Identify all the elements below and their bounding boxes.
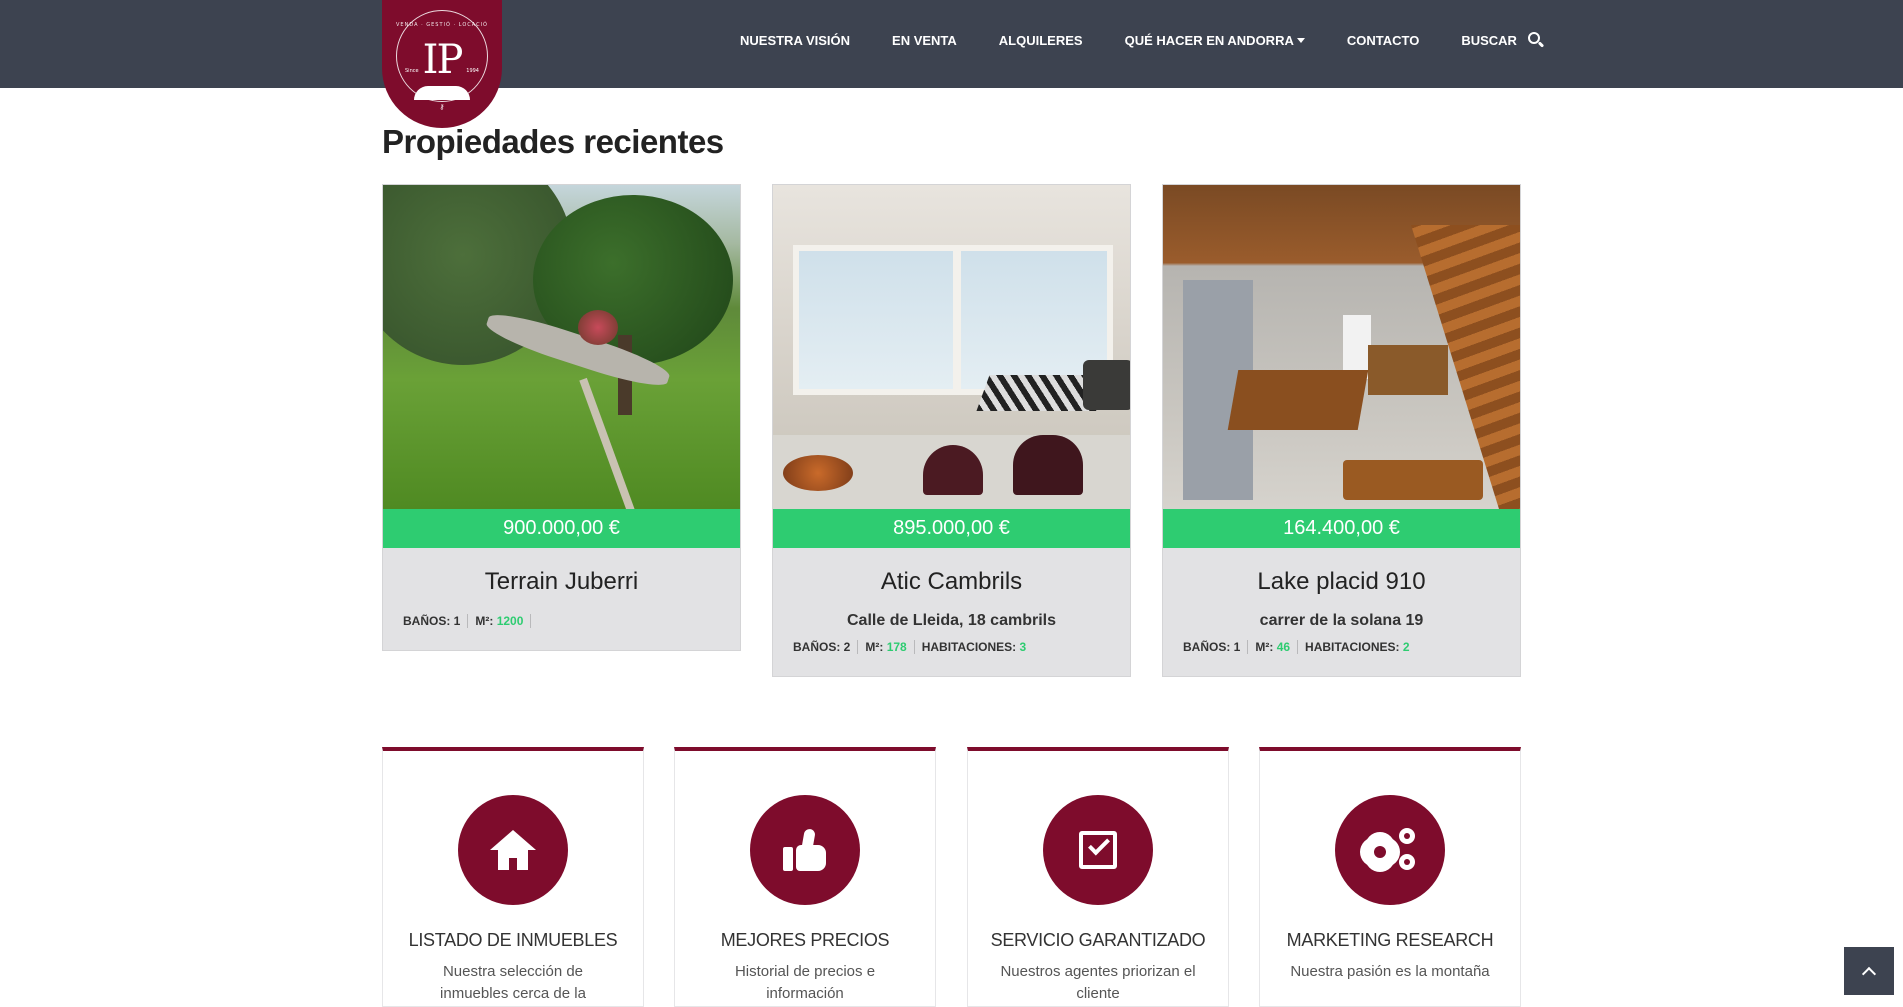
property-card-body: Atic Cambrils Calle de Lleida, 18 cambri… (773, 548, 1130, 676)
property-specs: BAÑOS: 1 M²: 1200 (403, 614, 720, 628)
spec-banos: BAÑOS: 2 (793, 640, 859, 654)
nav-item-buscar-label: BUSCAR (1461, 32, 1517, 48)
spec-habitaciones: HABITACIONES: 2 (1305, 640, 1410, 654)
gears-icon (1364, 828, 1416, 872)
check-square-icon (1079, 831, 1117, 869)
logo-since: Since 1994 (405, 68, 479, 74)
logo-since-year: 1994 (466, 68, 479, 74)
logo-monogram: IP (422, 37, 464, 83)
feature-icon-circle (750, 795, 860, 905)
back-to-top-button[interactable] (1844, 947, 1894, 995)
feature-title: MARKETING RESEARCH (1286, 930, 1494, 950)
brand-logo[interactable]: VENDA · GESTIÓ · LOCACIÓ IP Since 1994 ⚷ (382, 0, 502, 128)
property-specs: BAÑOS: 1 M²: 46 HABITACIONES: 2 (1183, 640, 1500, 654)
key-icon: ⚷ (439, 103, 445, 111)
feature-title: LISTADO DE INMUEBLES (408, 930, 618, 950)
property-title[interactable]: Terrain Juberri (403, 568, 720, 596)
logo-since-label: Since (405, 68, 419, 74)
property-card-body: Terrain Juberri BAÑOS: 1 M²: 1200 (383, 548, 740, 650)
search-icon (1527, 31, 1545, 49)
property-address: carrer de la solana 19 (1259, 612, 1424, 629)
spec-banos: BAÑOS: 1 (1183, 640, 1249, 654)
main-nav: NUESTRA VISIÓN EN VENTA ALQUILERES QUÉ H… (740, 0, 1587, 80)
spec-m2: M²: 1200 (468, 614, 532, 628)
property-title[interactable]: Lake placid 910 (1183, 568, 1500, 596)
chevron-up-icon (1861, 966, 1877, 982)
nav-item-que-hacer[interactable]: QUÉ HACER EN ANDORRA (1125, 33, 1305, 48)
property-card[interactable]: 900.000,00 € Terrain Juberri BAÑOS: 1 M²… (382, 184, 741, 651)
property-price: 895.000,00 € (773, 509, 1130, 548)
property-address: Calle de Lleida, 18 cambrils (847, 612, 1056, 629)
nav-item-en-venta[interactable]: EN VENTA (892, 33, 957, 48)
feature-text: Historial de precios e información (734, 963, 876, 1002)
property-price: 900.000,00 € (383, 509, 740, 548)
feature-icon-circle (458, 795, 568, 905)
house-icon (490, 830, 536, 870)
spec-banos: BAÑOS: 1 (403, 614, 469, 628)
feature-card-servicio: SERVICIO GARANTIZADO Nuestros agentes pr… (967, 747, 1229, 1007)
property-photo[interactable] (1163, 185, 1520, 509)
nav-item-contacto[interactable]: CONTACTO (1347, 33, 1419, 48)
feature-card-listado: LISTADO DE INMUEBLES Nuestra selección d… (382, 747, 644, 1007)
spec-m2: M²: 46 (1248, 640, 1299, 654)
property-photo[interactable] (773, 185, 1130, 509)
feature-title: MEJORES PRECIOS (720, 930, 890, 950)
spec-m2: M²: 178 (858, 640, 915, 654)
property-title[interactable]: Atic Cambrils (793, 568, 1110, 596)
nav-item-buscar[interactable]: BUSCAR (1461, 31, 1545, 49)
property-card[interactable]: 895.000,00 € Atic Cambrils Calle de Llei… (772, 184, 1131, 677)
property-photo[interactable] (383, 185, 740, 509)
spec-habitaciones: HABITACIONES: 3 (921, 640, 1027, 654)
thumbs-up-icon (783, 828, 827, 871)
property-specs: BAÑOS: 2 M²: 178 HABITACIONES: 3 (793, 640, 1110, 654)
section-title-recent: Propiedades recientes (382, 123, 724, 160)
feature-icon-circle (1335, 795, 1445, 905)
nav-item-alquileres[interactable]: ALQUILERES (999, 33, 1083, 48)
caret-down-icon (1296, 37, 1305, 43)
feature-title: SERVICIO GARANTIZADO (990, 930, 1206, 950)
feature-text: Nuestra selección de inmuebles cerca de … (440, 963, 586, 1002)
feature-icon-circle (1043, 795, 1153, 905)
nav-item-nuestra-vision[interactable]: NUESTRA VISIÓN (740, 33, 850, 48)
logo-tagline: VENDA · GESTIÓ · LOCACIÓ (396, 22, 488, 28)
feature-text: Nuestra pasión es la montaña (1290, 963, 1490, 980)
nav-item-que-hacer-label: QUÉ HACER EN ANDORRA (1124, 32, 1294, 48)
feature-card-marketing: MARKETING RESEARCH Nuestra pasión es la … (1259, 747, 1521, 1007)
logo-mountain-mark (414, 86, 470, 100)
property-price: 164.400,00 € (1163, 509, 1520, 548)
feature-text: Nuestros agentes priorizan el cliente (1000, 963, 1196, 1002)
property-card-body: Lake placid 910 carrer de la solana 19 B… (1163, 548, 1520, 676)
feature-card-precios: MEJORES PRECIOS Historial de precios e i… (674, 747, 936, 1007)
property-card[interactable]: 164.400,00 € Lake placid 910 carrer de l… (1162, 184, 1521, 677)
